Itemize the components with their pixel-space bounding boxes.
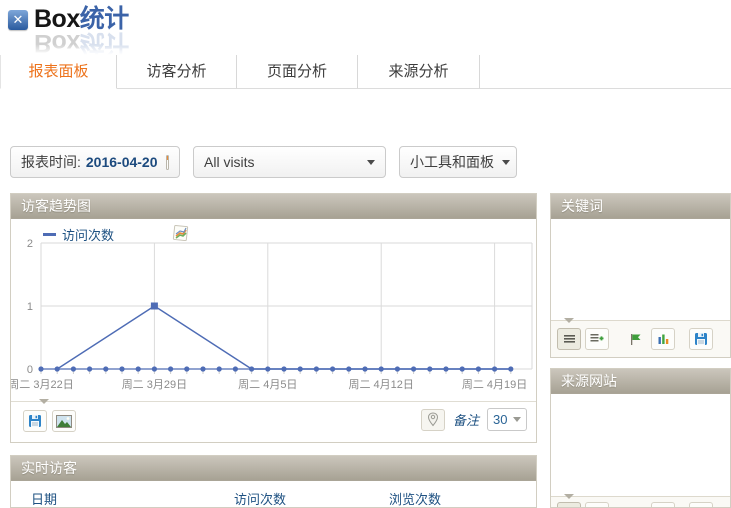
footer-arrow-icon[interactable]: [39, 399, 49, 404]
svg-text:周二 4月19日: 周二 4月19日: [462, 378, 527, 391]
visitor-trend-title: 访客趋势图: [21, 198, 91, 214]
realtime-table-header-row: 日期 访问次数 浏览次数: [11, 481, 536, 508]
legend-line-swatch: [43, 233, 56, 236]
main-nav-tabs: 报表面板 访客分析 页面分析 来源分析: [0, 55, 731, 89]
svg-text:0: 0: [27, 364, 33, 376]
dashboard-page: ✕ Box统计 Box统计 报表面板 访客分析 页面分析 来源分析 报表时间: …: [0, 0, 731, 508]
tab-page-analysis[interactable]: 页面分析: [237, 55, 358, 89]
realtime-header[interactable]: 实时访客: [11, 456, 536, 481]
date-selector-button[interactable]: 报表时间: 2016-04-20: [10, 146, 180, 178]
svg-text:周二 4月5日: 周二 4月5日: [238, 378, 297, 391]
visitor-trend-header[interactable]: 访客趋势图: [11, 194, 536, 219]
export-icon[interactable]: [23, 410, 47, 432]
svg-text:周二 3月29日: 周二 3月29日: [122, 378, 187, 391]
brand-reflection: Box统计: [34, 30, 129, 56]
visitor-trend-chart[interactable]: 0 1 2 周二 3月22日 周二 3月29日 周二 4月5日 周二 4月12日 周二 4月1…: [11, 219, 537, 402]
referrers-header[interactable]: 来源网站: [551, 369, 730, 394]
date-value: 2016-04-20: [86, 154, 158, 170]
footer-arrow-icon[interactable]: [564, 318, 574, 323]
table-more-icon[interactable]: [585, 502, 609, 508]
annotation-pin-icon[interactable]: [421, 409, 445, 431]
tab-visitor-analysis[interactable]: 访客分析: [117, 55, 237, 89]
date-label: 报表时间:: [21, 152, 81, 172]
row-limit-select[interactable]: 30: [487, 408, 527, 431]
chevron-down-icon: [513, 417, 521, 422]
table-icon[interactable]: [557, 502, 581, 508]
chart-footer: 备注 30: [11, 401, 536, 442]
svg-text:周二 3月22日: 周二 3月22日: [11, 378, 74, 391]
export-icon[interactable]: [689, 502, 713, 508]
annotations-link[interactable]: 备注: [453, 410, 479, 429]
chevron-down-icon: [367, 160, 375, 165]
legend-label: 访问次数: [62, 225, 114, 244]
table-icon[interactable]: [557, 328, 581, 350]
app-logo: ✕ Box统计 Box统计: [8, 6, 129, 32]
visitor-trend-widget: 访客趋势图 0 1 2 周二 3月22日 周二 3月29日 周二 4月5日 周二 4月12日…: [10, 193, 537, 443]
chart-style-icon[interactable]: [172, 225, 189, 244]
referrers-footer: [551, 496, 730, 507]
segment-label: All visits: [204, 154, 255, 170]
calendar-icon: [166, 155, 169, 170]
column-date: 日期: [31, 489, 57, 508]
brand-title: Box统计: [34, 6, 129, 32]
referrers-title: 来源网站: [561, 373, 617, 389]
flag-icon[interactable]: [623, 328, 647, 350]
referrer-websites-widget: 来源网站: [550, 368, 731, 508]
tabbar-filler: [480, 55, 731, 89]
realtime-visitors-widget: 实时访客 日期 访问次数 浏览次数: [10, 455, 537, 508]
svg-text:1: 1: [27, 301, 33, 313]
export-icon[interactable]: [689, 328, 713, 350]
chevron-down-icon: [502, 160, 510, 165]
table-more-icon[interactable]: [585, 328, 609, 350]
column-pageviews: 浏览次数: [389, 489, 441, 508]
svg-text:2: 2: [27, 238, 33, 250]
segment-selector-button[interactable]: All visits: [193, 146, 386, 178]
keywords-footer: [551, 320, 730, 357]
brand-en: Box: [34, 5, 80, 33]
report-toolbar: 报表时间: 2016-04-20 All visits 小工具和面板: [10, 146, 517, 178]
keywords-header[interactable]: 关键词: [551, 194, 730, 219]
tab-source-analysis[interactable]: 来源分析: [358, 55, 480, 89]
svg-text:周二 4月12日: 周二 4月12日: [348, 378, 413, 391]
tab-report-dashboard[interactable]: 报表面板: [0, 55, 117, 89]
x-cross-icon: ✕: [8, 10, 28, 30]
column-visits: 访问次数: [234, 489, 286, 508]
keywords-widget: 关键词: [550, 193, 731, 358]
realtime-title: 实时访客: [21, 460, 77, 476]
row-limit-value: 30: [493, 412, 507, 427]
chart-legend: 访问次数: [43, 225, 189, 244]
keywords-title: 关键词: [561, 198, 603, 214]
widgets-menu-button[interactable]: 小工具和面板: [399, 146, 517, 178]
footer-arrow-icon[interactable]: [564, 494, 574, 499]
image-export-icon[interactable]: [52, 410, 76, 432]
brand-zh: 统计: [80, 5, 129, 33]
bar-chart-icon[interactable]: [651, 502, 675, 508]
bar-chart-icon[interactable]: [651, 328, 675, 350]
widgets-menu-label: 小工具和面板: [410, 152, 494, 172]
flag-icon[interactable]: [623, 502, 647, 508]
